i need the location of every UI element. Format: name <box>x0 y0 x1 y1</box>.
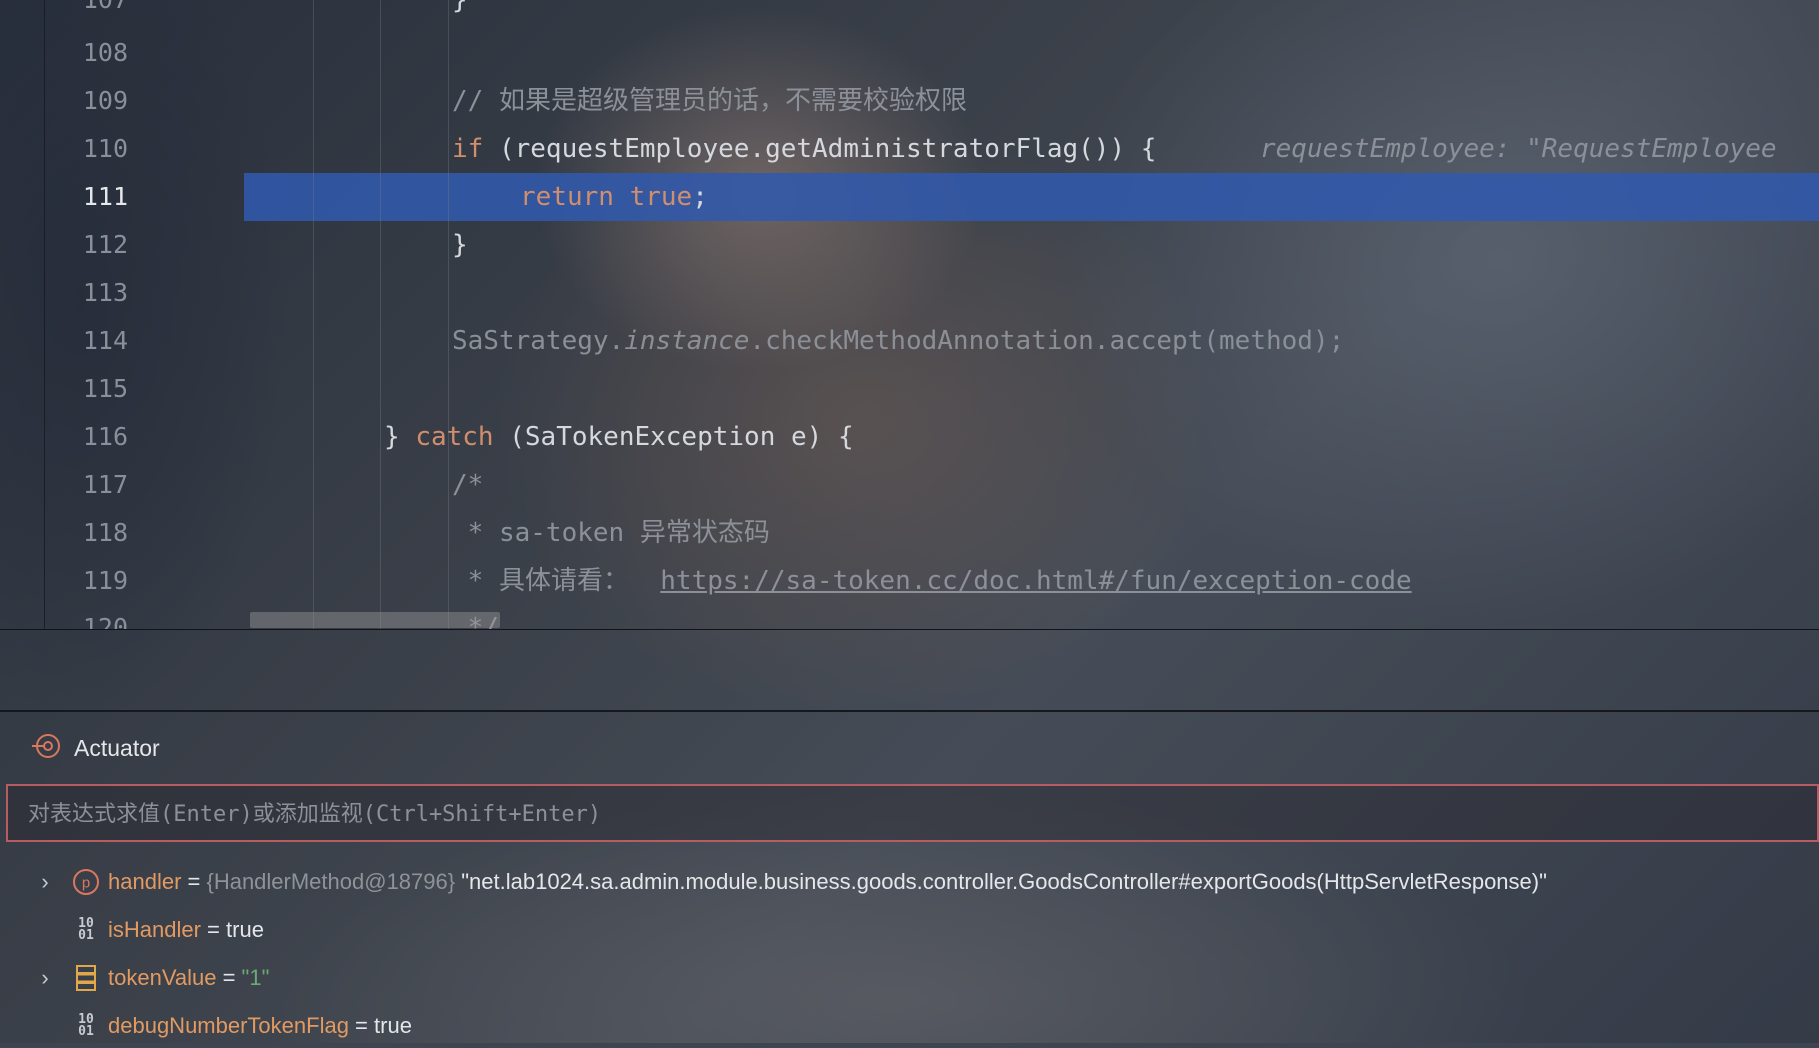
variable-value: "net.lab1024.sa.admin.module.business.go… <box>461 869 1547 894</box>
variable-row[interactable]: 10 01 isHandler = true <box>0 908 1819 952</box>
code-text: instance <box>624 326 750 356</box>
variable-entry: isHandler = true <box>108 917 264 942</box>
line-number[interactable]: 113 <box>44 269 128 317</box>
binary-icon: 10 01 <box>78 1012 94 1039</box>
line-number[interactable]: 109 <box>44 77 128 125</box>
line-number[interactable]: 120 <box>44 604 128 630</box>
code-text: .checkMethodAnnotation.accept(method); <box>749 326 1345 356</box>
panel-divider[interactable] <box>0 710 1819 712</box>
chevron-right-icon[interactable]: › <box>36 956 54 1000</box>
line-number[interactable]: 108 <box>44 29 128 77</box>
actuator-title: Actuator <box>74 734 160 761</box>
horizontal-scrollbar[interactable] <box>250 612 500 628</box>
line-number[interactable]: 114 <box>44 317 128 365</box>
code-line-current: return true; <box>520 173 708 221</box>
indent-guide <box>448 0 449 630</box>
code-comment: * 具体请看： https://sa-token.cc/doc.html#/fu… <box>452 557 1412 605</box>
code-line-unreachable: SaStrategy.instance.checkMethodAnnotatio… <box>452 317 1344 365</box>
current-line-highlight <box>244 173 1819 221</box>
variable-entry: debugNumberTokenFlag = true <box>108 1013 412 1038</box>
line-number[interactable]: 110 <box>44 125 128 173</box>
binary-icon: 10 01 <box>78 916 94 943</box>
line-number[interactable]: 119 <box>44 557 128 605</box>
code-line: } <box>452 230 468 260</box>
variable-row[interactable]: 10 01 debugNumberTokenFlag = true <box>0 1004 1819 1048</box>
string-stack-icon <box>72 956 100 1000</box>
keyword: if <box>452 134 484 164</box>
keyword: true <box>629 182 693 212</box>
actuator-icon <box>30 730 62 767</box>
code-editor[interactable]: 107 108 109 110 111 112 113 114 115 116 … <box>0 0 1819 630</box>
variable-type: {HandlerMethod@18796} <box>206 869 456 894</box>
line-number-current[interactable]: 111 <box>44 173 128 221</box>
line-number[interactable]: 107 <box>44 0 128 24</box>
parameter-icon: p <box>72 860 100 904</box>
variable-value: true <box>374 1013 412 1038</box>
code-line: } <box>452 0 468 15</box>
code-text: (requestEmployee.getAdministratorFlag())… <box>483 134 1157 164</box>
evaluate-expression-box[interactable] <box>6 784 1819 842</box>
indent-guide <box>380 0 381 630</box>
editor-border <box>0 629 1819 630</box>
code-text: } <box>384 422 416 452</box>
line-number[interactable]: 116 <box>44 413 128 461</box>
variable-value: true <box>226 917 264 942</box>
variable-name: handler <box>108 869 182 894</box>
code-line: if (requestEmployee.getAdministratorFlag… <box>452 125 1156 173</box>
variable-entry: handler = {HandlerMethod@18796} "net.lab… <box>108 869 1547 894</box>
code-comment: // 如果是超级管理员的话，不需要校验权限 <box>452 86 967 116</box>
code-comment: * sa-token 异常状态码 <box>452 518 770 548</box>
chevron-right-icon[interactable]: › <box>36 860 54 904</box>
variable-name: debugNumberTokenFlag <box>108 1013 349 1038</box>
actuator-tab[interactable]: Actuator <box>30 728 160 768</box>
line-number[interactable]: 112 <box>44 221 128 269</box>
code-text: * 具体请看： <box>452 566 661 596</box>
doc-link[interactable]: https://sa-token.cc/doc.html#/fun/except… <box>660 566 1411 596</box>
code-text: ; <box>692 182 708 212</box>
variable-name: isHandler <box>108 917 201 942</box>
code-text: (SaTokenException e) { <box>493 422 854 452</box>
inlay-value-hint: requestEmployee: "RequestEmployee <box>1260 134 1777 164</box>
variable-row[interactable]: › tokenValue = "1" <box>0 956 1819 1000</box>
svg-text:p: p <box>82 875 90 892</box>
code-line: } catch (SaTokenException e) { <box>384 413 854 461</box>
keyword: catch <box>415 422 494 452</box>
code-text: SaStrategy. <box>452 326 625 356</box>
variable-entry: tokenValue = "1" <box>108 965 270 990</box>
indent-guide <box>313 0 314 630</box>
line-number[interactable]: 118 <box>44 509 128 557</box>
variable-name: tokenValue <box>108 965 217 990</box>
line-number[interactable]: 115 <box>44 365 128 413</box>
evaluate-expression-input[interactable] <box>26 786 1730 842</box>
variable-value: "1" <box>241 965 270 990</box>
keyword: return <box>520 182 614 212</box>
line-number[interactable]: 117 <box>44 461 128 509</box>
variable-row[interactable]: › p handler = {HandlerMethod@18796} "net… <box>0 860 1819 904</box>
code-comment: /* <box>452 470 484 500</box>
